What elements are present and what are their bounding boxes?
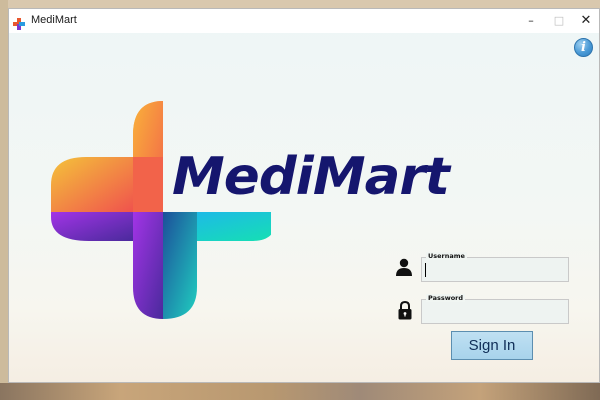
window-title: MediMart — [31, 14, 77, 26]
info-button[interactable]: i — [574, 38, 593, 57]
username-input[interactable] — [424, 262, 568, 279]
minimize-button[interactable]: – — [517, 9, 545, 33]
app-window: MediMart – □ ✕ i MediMart Username Passw… — [8, 8, 600, 383]
desktop-background — [0, 0, 8, 400]
desktop-taskbar-strip — [0, 383, 600, 400]
app-icon — [13, 15, 25, 30]
username-field-group: Username — [421, 252, 569, 282]
medical-cross-logo — [51, 101, 271, 319]
maximize-button[interactable]: □ — [545, 9, 573, 33]
password-label: Password — [426, 294, 466, 302]
user-icon — [395, 258, 413, 280]
password-input[interactable] — [424, 304, 568, 321]
close-button[interactable]: ✕ — [572, 9, 599, 33]
password-field-group: Password — [421, 294, 569, 324]
username-label: Username — [426, 252, 467, 260]
lock-icon — [398, 300, 412, 324]
sign-in-button[interactable]: Sign In — [451, 331, 533, 360]
text-caret — [425, 263, 426, 277]
title-bar: MediMart – □ ✕ — [9, 9, 599, 33]
brand-name: MediMart — [172, 147, 450, 207]
